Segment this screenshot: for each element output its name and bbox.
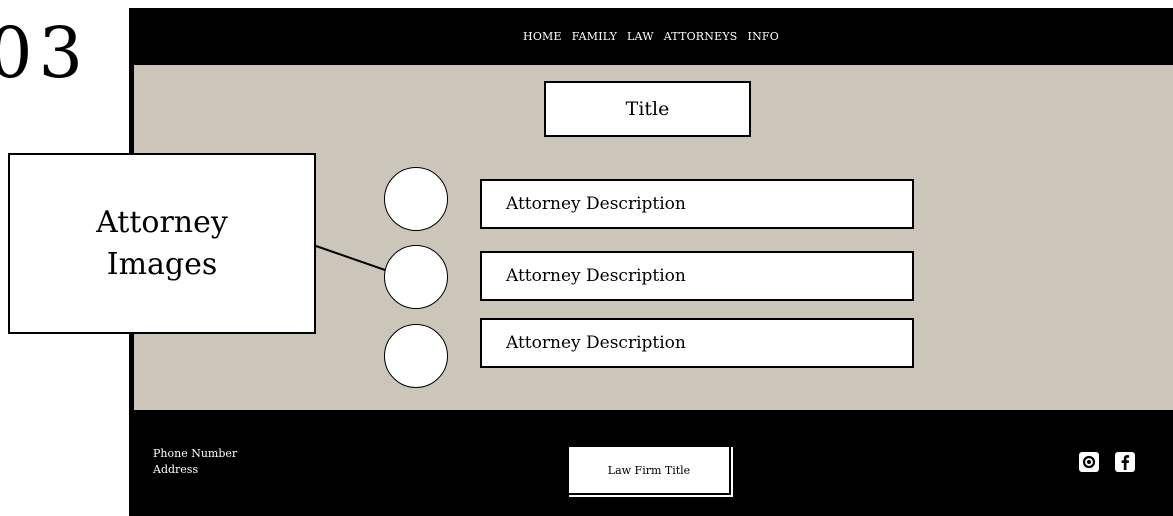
nav-item-family[interactable]: FAMILY <box>572 30 617 43</box>
footer-address: Address <box>153 463 199 476</box>
attorney-image-1 <box>384 167 448 231</box>
instagram-icon[interactable] <box>1079 452 1099 472</box>
top-navigation: HOME FAMILY LAW ATTORNEYS INFO <box>129 8 1173 65</box>
attorney-description-2: Attorney Description <box>480 251 914 301</box>
attorney-description-1: Attorney Description <box>480 179 914 229</box>
nav-item-attorneys[interactable]: ATTORNEYS <box>664 30 738 43</box>
callout-line-2: Images <box>106 246 218 282</box>
attorney-image-2 <box>384 245 448 309</box>
page-number: 03 <box>0 12 90 94</box>
nav-item-home[interactable]: HOME <box>523 30 562 43</box>
footer-phone: Phone Number <box>153 447 238 460</box>
page-title: Title <box>544 81 751 137</box>
attorney-images-callout: Attorney Images <box>8 153 316 334</box>
callout-line-1: Attorney <box>96 204 228 240</box>
attorney-image-3 <box>384 324 448 388</box>
facebook-icon[interactable] <box>1115 452 1135 472</box>
footer-contact: Phone Number Address <box>153 446 237 478</box>
nav-item-law[interactable]: LAW <box>627 30 654 43</box>
law-firm-title: Law Firm Title <box>567 445 731 495</box>
nav-item-info[interactable]: INFO <box>748 30 779 43</box>
attorney-description-3: Attorney Description <box>480 318 914 368</box>
